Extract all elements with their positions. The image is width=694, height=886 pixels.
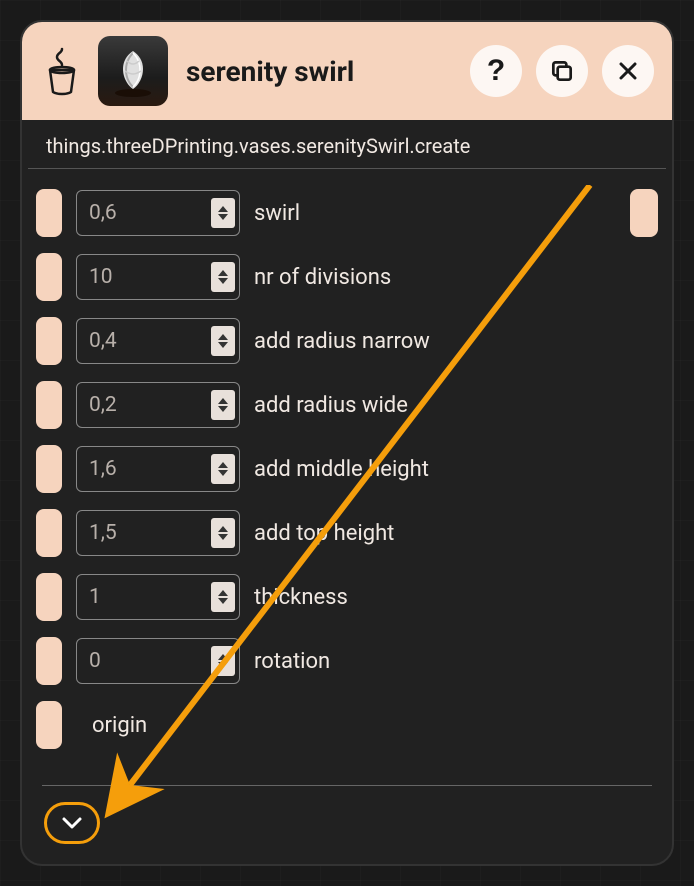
breadcrumb: things.threeDPrinting.vases.serenitySwir… bbox=[28, 120, 666, 169]
radius-wide-input[interactable]: 0,2 bbox=[76, 382, 240, 428]
thickness-input[interactable]: 1 bbox=[76, 574, 240, 620]
question-icon: ? bbox=[487, 54, 505, 88]
row-handle[interactable] bbox=[36, 573, 62, 621]
param-row-rotation: 0 rotation bbox=[36, 637, 658, 685]
stepper-icon[interactable] bbox=[211, 454, 235, 484]
copy-button[interactable] bbox=[536, 45, 588, 97]
param-label: thickness bbox=[254, 585, 348, 610]
rotation-input[interactable]: 0 bbox=[76, 638, 240, 684]
param-row-radius-wide: 0,2 add radius wide bbox=[36, 381, 658, 429]
param-label: origin bbox=[76, 713, 147, 738]
stepper-icon[interactable] bbox=[211, 582, 235, 612]
help-button[interactable]: ? bbox=[470, 45, 522, 97]
row-handle[interactable] bbox=[36, 317, 62, 365]
stepper-icon[interactable] bbox=[211, 390, 235, 420]
row-handle[interactable] bbox=[36, 189, 62, 237]
swirl-input[interactable]: 0,6 bbox=[76, 190, 240, 236]
row-handle[interactable] bbox=[36, 445, 62, 493]
stepper-icon[interactable] bbox=[211, 326, 235, 356]
stepper-icon[interactable] bbox=[211, 646, 235, 676]
row-handle[interactable] bbox=[36, 509, 62, 557]
param-row-divisions: 10 nr of divisions bbox=[36, 253, 658, 301]
param-row-thickness: 1 thickness bbox=[36, 573, 658, 621]
panel-header: serenity swirl ? bbox=[22, 22, 672, 120]
expand-button[interactable] bbox=[44, 802, 100, 844]
param-label: add radius narrow bbox=[254, 329, 430, 354]
param-label: add radius wide bbox=[254, 393, 408, 418]
param-row-top-height: 1,5 add top height bbox=[36, 509, 658, 557]
param-row-origin: origin bbox=[36, 701, 658, 749]
stepper-icon[interactable] bbox=[211, 198, 235, 228]
footer bbox=[22, 786, 672, 864]
param-row-radius-narrow: 0,4 add radius narrow bbox=[36, 317, 658, 365]
row-handle[interactable] bbox=[36, 701, 62, 749]
row-handle[interactable] bbox=[36, 253, 62, 301]
radius-narrow-input[interactable]: 0,4 bbox=[76, 318, 240, 364]
close-icon bbox=[616, 59, 640, 83]
stepper-icon[interactable] bbox=[211, 518, 235, 548]
param-label: nr of divisions bbox=[254, 265, 391, 290]
top-height-input[interactable]: 1,5 bbox=[76, 510, 240, 556]
cup-icon bbox=[40, 45, 84, 97]
chevron-down-icon bbox=[61, 816, 83, 830]
param-row-middle-height: 1,6 add middle height bbox=[36, 445, 658, 493]
param-label: rotation bbox=[254, 649, 330, 674]
side-handle[interactable] bbox=[630, 189, 658, 237]
panel: serenity swirl ? things.threeDPrinting.v… bbox=[20, 20, 674, 866]
param-label: add top height bbox=[254, 521, 394, 546]
param-label: swirl bbox=[254, 201, 300, 226]
middle-height-input[interactable]: 1,6 bbox=[76, 446, 240, 492]
preset-thumbnail[interactable] bbox=[98, 36, 168, 106]
params-list: 0,6 swirl 10 nr of divisions 0,4 add rad… bbox=[22, 169, 672, 771]
row-handle[interactable] bbox=[36, 637, 62, 685]
stepper-icon[interactable] bbox=[211, 262, 235, 292]
param-label: add middle height bbox=[254, 457, 429, 482]
divisions-input[interactable]: 10 bbox=[76, 254, 240, 300]
copy-icon bbox=[549, 58, 575, 84]
panel-title: serenity swirl bbox=[182, 55, 456, 88]
param-row-swirl: 0,6 swirl bbox=[36, 189, 658, 237]
row-handle[interactable] bbox=[36, 381, 62, 429]
close-button[interactable] bbox=[602, 45, 654, 97]
